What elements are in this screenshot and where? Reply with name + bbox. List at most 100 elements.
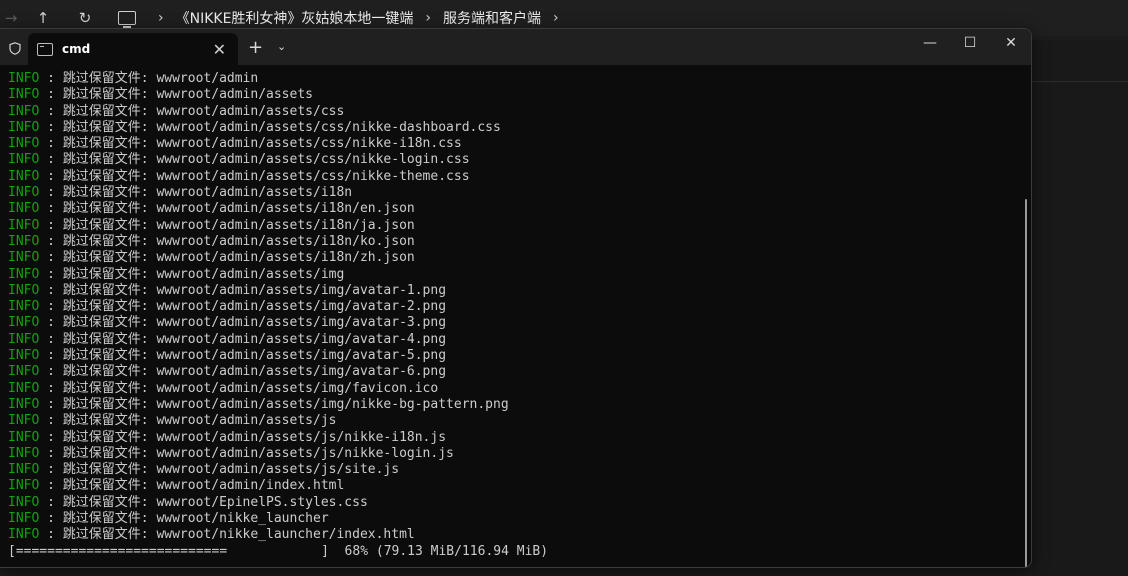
- log-separator: :: [39, 136, 63, 152]
- log-separator: :: [39, 413, 63, 429]
- log-file-path: wwwroot/admin/assets: [156, 87, 313, 103]
- log-separator: :: [39, 103, 63, 119]
- log-file-path: wwwroot/admin/assets/img/nikke-bg-patter…: [156, 396, 509, 412]
- log-level: INFO: [8, 119, 40, 135]
- chevron-right-icon[interactable]: ›: [425, 10, 431, 26]
- log-level: INFO: [8, 201, 40, 217]
- log-file-path: wwwroot/admin/assets/img/avatar-6.png: [156, 364, 447, 380]
- log-file-path: wwwroot/admin/assets/img: [156, 266, 345, 282]
- log-message: 跳过保留文件:: [62, 168, 157, 184]
- maximize-button[interactable]: ☐: [955, 35, 985, 51]
- log-level: INFO: [8, 331, 40, 347]
- chevron-right-icon[interactable]: ›: [553, 10, 559, 26]
- close-window-button[interactable]: ✕: [996, 35, 1026, 51]
- log-level: INFO: [8, 396, 40, 412]
- log-file-path: wwwroot/admin/assets/img/avatar-1.png: [156, 282, 447, 298]
- log-file-path: wwwroot/admin/assets/js/nikke-login.js: [156, 445, 454, 461]
- console-line: INFO : 跳过保留文件: wwwroot/admin/assets/i18n…: [8, 234, 1018, 250]
- log-message: 跳过保留文件:: [62, 152, 157, 168]
- scrollbar[interactable]: [1021, 69, 1027, 567]
- chevron-down-icon[interactable]: ⌄: [277, 40, 286, 53]
- log-level: INFO: [8, 315, 40, 331]
- log-message: 跳过保留文件:: [62, 233, 157, 249]
- log-separator: :: [39, 331, 63, 347]
- refresh-icon[interactable]: ↻: [64, 9, 106, 27]
- log-file-path: wwwroot/admin/assets/js/nikke-i18n.js: [156, 429, 447, 445]
- log-message: 跳过保留文件:: [62, 331, 157, 347]
- log-message: 跳过保留文件:: [62, 494, 157, 510]
- log-separator: :: [39, 282, 63, 298]
- log-message: 跳过保留文件:: [62, 217, 157, 233]
- log-message: 跳过保留文件:: [62, 136, 157, 152]
- console-line: INFO : 跳过保留文件: wwwroot/admin/assets/img/…: [8, 364, 1018, 380]
- log-separator: :: [39, 429, 63, 445]
- tab-cmd[interactable]: cmd ✕: [28, 33, 238, 65]
- log-file-path: wwwroot/admin/assets/css/nikke-i18n.css: [156, 136, 462, 152]
- log-file-path: wwwroot/admin/assets/js/site.js: [156, 462, 400, 478]
- up-arrow-icon[interactable]: ↑: [22, 9, 64, 27]
- log-separator: :: [39, 478, 63, 494]
- terminal-icon: [37, 42, 53, 56]
- log-level: INFO: [8, 413, 40, 429]
- log-separator: :: [39, 315, 63, 331]
- log-separator: :: [39, 527, 63, 543]
- log-file-path: wwwroot/admin/assets/css: [156, 103, 345, 119]
- log-file-path: wwwroot/EpinelPS.styles.css: [156, 494, 368, 510]
- log-level: INFO: [8, 282, 40, 298]
- log-file-path: wwwroot/admin/assets/i18n/ko.json: [156, 233, 415, 249]
- log-message: 跳过保留文件:: [62, 413, 157, 429]
- shield-icon[interactable]: [9, 42, 21, 55]
- log-level: INFO: [8, 136, 40, 152]
- console-line: INFO : 跳过保留文件: wwwroot/admin/assets/img/…: [8, 283, 1018, 299]
- progress-line: [=========================== ] 68% (79.1…: [8, 544, 1018, 560]
- console-line: INFO : 跳过保留文件: wwwroot/admin/assets/i18n…: [8, 201, 1018, 217]
- terminal-window[interactable]: cmd ✕ + ⌄ — ☐ ✕ INFO : 跳过保留文件: wwwroot/a…: [0, 28, 1032, 568]
- log-level: INFO: [8, 185, 40, 201]
- chevron-right-icon[interactable]: ›: [158, 10, 164, 26]
- console-line: INFO : 跳过保留文件: wwwroot/admin/assets/img/…: [8, 397, 1018, 413]
- close-tab-icon[interactable]: ✕: [213, 40, 226, 59]
- log-message: 跳过保留文件:: [62, 462, 157, 478]
- log-file-path: wwwroot/admin/assets/i18n/ja.json: [156, 217, 415, 233]
- log-separator: :: [39, 348, 63, 364]
- log-level: INFO: [8, 429, 40, 445]
- log-level: INFO: [8, 152, 40, 168]
- console-line: INFO : 跳过保留文件: wwwroot/admin/assets/css/…: [8, 136, 1018, 152]
- background-window-panel: [1032, 40, 1128, 576]
- log-message: 跳过保留文件:: [62, 396, 157, 412]
- log-file-path: wwwroot/admin/assets/i18n/zh.json: [156, 250, 415, 266]
- monitor-icon[interactable]: [118, 11, 136, 28]
- log-separator: :: [39, 217, 63, 233]
- log-file-path: wwwroot/admin/assets/css/nikke-theme.css: [156, 168, 470, 184]
- log-message: 跳过保留文件:: [62, 364, 157, 380]
- breadcrumb-item[interactable]: 《NIKKE胜利女神》灰姑娘本地一键端: [176, 8, 414, 28]
- console-line: INFO : 跳过保留文件: wwwroot/admin/index.html: [8, 478, 1018, 494]
- terminal-titlebar[interactable]: cmd ✕ + ⌄ — ☐ ✕: [0, 29, 1031, 65]
- console-line: INFO : 跳过保留文件: wwwroot/admin/assets/img/…: [8, 332, 1018, 348]
- log-separator: :: [39, 233, 63, 249]
- log-message: 跳过保留文件:: [62, 348, 157, 364]
- log-file-path: wwwroot/admin/assets/img/avatar-2.png: [156, 299, 447, 315]
- log-file-path: wwwroot/admin/assets/img/avatar-3.png: [156, 315, 447, 331]
- console-line: INFO : 跳过保留文件: wwwroot/admin/assets/js/n…: [8, 430, 1018, 446]
- log-separator: :: [39, 462, 63, 478]
- console-line: INFO : 跳过保留文件: wwwroot/admin/assets/css/…: [8, 152, 1018, 168]
- log-file-path: wwwroot/admin/assets/js: [156, 413, 337, 429]
- console-output[interactable]: INFO : 跳过保留文件: wwwroot/admin INFO : 跳过保留文…: [8, 71, 1018, 560]
- console-line: INFO : 跳过保留文件: wwwroot/admin/assets: [8, 87, 1018, 103]
- minimize-button[interactable]: —: [915, 35, 945, 51]
- tab-title: cmd: [62, 42, 91, 56]
- console-line: INFO : 跳过保留文件: wwwroot/admin/assets/img/…: [8, 315, 1018, 331]
- breadcrumb-item[interactable]: 服务端和客户端: [443, 8, 541, 28]
- scrollbar-thumb[interactable]: [1025, 199, 1027, 567]
- console-line: INFO : 跳过保留文件: wwwroot/admin/assets/i18n: [8, 185, 1018, 201]
- log-separator: :: [39, 380, 63, 396]
- log-file-path: wwwroot/nikke_launcher: [156, 511, 329, 527]
- console-line: INFO : 跳过保留文件: wwwroot/admin/assets/css/…: [8, 120, 1018, 136]
- log-file-path: wwwroot/admin/assets/css/nikke-dashboard…: [156, 119, 501, 135]
- new-tab-button[interactable]: +: [248, 37, 263, 58]
- console-line: INFO : 跳过保留文件: wwwroot/nikke_launcher: [8, 511, 1018, 527]
- log-level: INFO: [8, 380, 40, 396]
- log-separator: :: [39, 71, 63, 86]
- forward-arrow-icon[interactable]: →: [0, 9, 22, 27]
